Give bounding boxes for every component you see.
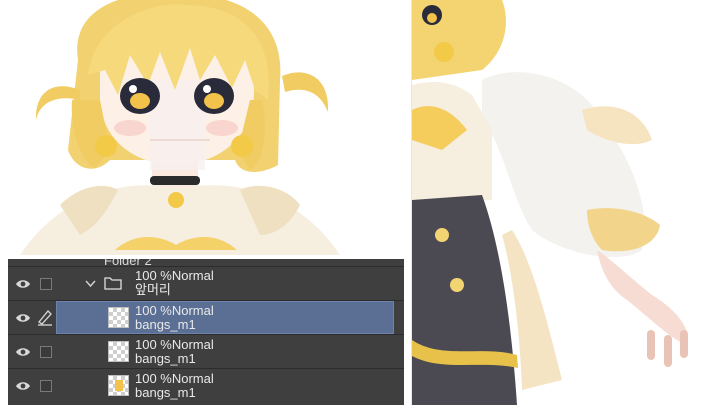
layer-row-folder[interactable]: 100 %Normal 앞머리 bbox=[8, 267, 404, 300]
layer-row-bangs[interactable]: 100 %Normal bangs_m1 bbox=[8, 369, 404, 402]
eye-visibility-icon[interactable] bbox=[15, 312, 31, 324]
eye-visibility-icon[interactable] bbox=[15, 380, 31, 392]
layer-name: 앞머리 bbox=[135, 282, 171, 297]
layer-thumbnail bbox=[108, 375, 129, 396]
layer-panel: Folder 2 100 %Normal 앞머리 100 %Normal ban… bbox=[8, 259, 404, 405]
pen-edit-icon[interactable] bbox=[36, 308, 54, 326]
canvas-view-right[interactable] bbox=[412, 0, 720, 405]
layer-name: bangs_m1 bbox=[135, 385, 196, 400]
selected-highlight bbox=[56, 301, 394, 334]
layer-row-bangs[interactable]: 100 %Normal bangs_m1 bbox=[8, 335, 404, 368]
character-illustration-body bbox=[412, 0, 688, 405]
layer-thumbnail bbox=[108, 307, 129, 328]
layer-blend-info: 100 %Normal bbox=[135, 371, 214, 386]
layer-name: bangs_m1 bbox=[135, 351, 196, 366]
layer-blend-info: 100 %Normal bbox=[135, 303, 214, 318]
layer-row-bangs-selected[interactable]: 100 %Normal bangs_m1 bbox=[8, 301, 404, 334]
eye-visibility-icon[interactable] bbox=[15, 346, 31, 358]
folder-icon bbox=[104, 277, 122, 290]
chevron-down-icon[interactable] bbox=[85, 280, 96, 288]
layer-blend-info: 100 %Normal bbox=[135, 337, 214, 352]
layer-thumbnail bbox=[108, 341, 129, 362]
layer-lock-checkbox[interactable] bbox=[40, 380, 52, 392]
eye-visibility-icon[interactable] bbox=[15, 278, 31, 290]
layer-name: bangs_m1 bbox=[135, 317, 196, 332]
layer-lock-checkbox[interactable] bbox=[40, 278, 52, 290]
thumbnail-content bbox=[115, 380, 123, 391]
layer-lock-checkbox[interactable] bbox=[40, 346, 52, 358]
layer-blend-info: 100 %Normal bbox=[135, 268, 214, 283]
